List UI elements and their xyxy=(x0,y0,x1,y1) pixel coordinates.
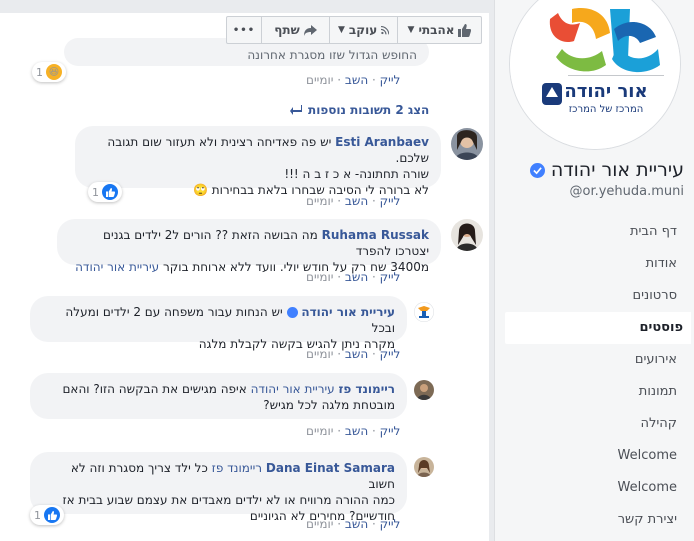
timestamp[interactable]: יומיים xyxy=(306,517,333,531)
thumbs-up-icon xyxy=(458,23,472,37)
comment-bubble: Ruhama Russak מה הבושה הזאת ?? הורים ל2 … xyxy=(57,219,441,274)
like-link[interactable]: לייק xyxy=(380,73,401,87)
like-link[interactable]: לייק xyxy=(380,347,401,361)
chevron-down-icon: ▼ xyxy=(338,25,345,35)
share-icon xyxy=(303,24,317,36)
reaction-badge[interactable]: 1 xyxy=(30,505,64,525)
comment-text: איפה מגישים את הבקשה הזו? והאם xyxy=(62,382,247,396)
nav-item-about[interactable]: אודות xyxy=(505,248,685,280)
timestamp[interactable]: יומיים xyxy=(306,270,333,284)
comment-bubble: Esti Aranbaev יש פה פאדיחה רצינית ולא תע… xyxy=(75,126,441,197)
timestamp[interactable]: יומיים xyxy=(306,73,333,87)
comment-actions: לייק · השב · יומיים xyxy=(306,73,401,87)
comment-actions: לייק · השב · יומיים xyxy=(306,347,401,361)
avatar[interactable] xyxy=(414,457,434,477)
page-action-bar: ••• שתף ▼ עוקב ▼ אהבתי xyxy=(226,16,482,44)
page-name-text: עיריית אור יהודה xyxy=(550,159,684,181)
reaction-count: 1 xyxy=(34,508,41,522)
reaction-count: 1 xyxy=(92,185,99,199)
comment-author[interactable]: Dana Einat Samara xyxy=(266,461,395,475)
avatar[interactable] xyxy=(451,128,483,160)
nav-item-contact[interactable]: יצירת קשר xyxy=(505,504,685,536)
page-handle[interactable]: @or.yehuda.muni xyxy=(569,184,684,199)
share-button[interactable]: שתף xyxy=(261,17,329,43)
reply-link[interactable]: השב xyxy=(345,517,368,531)
comment-text: שורה תחתונה- א כ ז ב ה !!! xyxy=(284,167,429,181)
mention-link[interactable]: ריימונד פז xyxy=(212,461,262,475)
verified-icon xyxy=(286,307,298,318)
like-link[interactable]: לייק xyxy=(380,194,401,208)
chevron-down-icon: ▼ xyxy=(407,25,415,35)
follow-label: עוקב xyxy=(348,23,378,37)
svg-text:אור יהודה: אור יהודה xyxy=(564,81,647,102)
nav-item-home[interactable]: דף הבית xyxy=(505,216,685,248)
like-link[interactable]: לייק xyxy=(380,424,401,438)
reply-link[interactable]: השב xyxy=(345,347,368,361)
comments-panel: ••• שתף ▼ עוקב ▼ אהבתי החופש הגדול שזו מ… xyxy=(0,0,494,541)
nav-item-welcome[interactable]: Welcome xyxy=(505,472,685,504)
reaction-count: 1 xyxy=(36,65,43,79)
comment-author[interactable]: ריימונד פז xyxy=(339,382,395,396)
like-link[interactable]: לייק xyxy=(380,517,401,531)
nav-item-welcome[interactable]: Welcome xyxy=(505,440,685,472)
follow-button[interactable]: ▼ עוקב xyxy=(329,17,397,43)
like-page-button[interactable]: ▼ אהבתי xyxy=(397,17,481,43)
nav-item-posts[interactable]: פוסטים xyxy=(505,312,691,344)
avatar[interactable] xyxy=(451,219,483,251)
mention-link[interactable]: עיריית אור יהודה xyxy=(251,382,335,396)
reaction-badge[interactable]: 1 xyxy=(88,182,122,202)
comment-actions: לייק · השב · יומיים xyxy=(306,517,401,531)
page-title[interactable]: עיריית אור יהודה xyxy=(529,159,684,181)
avatar[interactable] xyxy=(414,302,434,322)
profile-picture[interactable]: אור יהודה המרכז של המרכז xyxy=(509,0,681,150)
top-divider xyxy=(0,0,494,13)
municipality-logo: אור יהודה המרכז של המרכז xyxy=(510,0,680,149)
timestamp[interactable]: יומיים xyxy=(306,347,333,361)
avatar[interactable] xyxy=(414,380,434,400)
nav-item-community[interactable]: קהילה xyxy=(505,408,685,440)
more-icon: ••• xyxy=(232,24,256,36)
like-reaction-icon xyxy=(102,184,118,200)
page-sidebar: אור יהודה המרכז של המרכז עיריית אור יהוד… xyxy=(494,0,694,541)
comment-text: החופש הגדול שזו מסגרת אחרונה xyxy=(247,48,417,62)
like-link[interactable]: לייק xyxy=(380,270,401,284)
more-button[interactable]: ••• xyxy=(227,17,261,43)
nav-item-events[interactable]: אירועים xyxy=(505,344,685,376)
comment-actions: לייק · השב · יומיים xyxy=(306,424,401,438)
reply-link[interactable]: השב xyxy=(345,424,368,438)
comment-author[interactable]: עיריית אור יהודה xyxy=(301,305,395,319)
timestamp[interactable]: יומיים xyxy=(306,194,333,208)
comment-actions: לייק · השב · יומיים xyxy=(306,194,401,208)
comment-bubble: עיריית אור יהודה יש הנחות עבור משפחה עם … xyxy=(30,296,407,351)
verified-badge-icon xyxy=(529,162,545,178)
reply-link[interactable]: השב xyxy=(345,270,368,284)
more-replies-label: הצג 2 תשובות נוספות xyxy=(308,103,430,117)
mention-link[interactable]: עיריית אור יהודה xyxy=(75,260,159,274)
comment-actions: לייק · השב · יומיים xyxy=(306,270,401,284)
share-label: שתף xyxy=(274,23,300,37)
reaction-badge[interactable]: 1 😆 xyxy=(32,62,66,82)
comment-text: כמה ההורה מרוויח או לא ילדים מאבדים את ע… xyxy=(62,493,395,507)
reply-arrow-icon xyxy=(290,105,302,115)
comment-author[interactable]: Esti Aranbaev xyxy=(335,135,429,149)
comment-text: מובטחת מלגה לכל מגיש? xyxy=(263,398,395,412)
nav-item-photos[interactable]: תמונות xyxy=(505,376,685,408)
view-more-replies-link[interactable]: הצג 2 תשובות נוספות xyxy=(290,103,429,117)
rss-icon xyxy=(381,25,389,34)
scrollbar[interactable] xyxy=(489,0,494,541)
reply-link[interactable]: השב xyxy=(345,73,368,87)
like-label: אהבתי xyxy=(418,23,455,37)
timestamp[interactable]: יומיים xyxy=(306,424,333,438)
rolling-eyes-emoji-icon: 🙄 xyxy=(192,183,208,197)
comment-author[interactable]: Ruhama Russak xyxy=(322,228,429,242)
page-nav: דף הבית אודות סרטונים פוסטים אירועים תמו… xyxy=(505,216,691,536)
comment-bubble: Dana Einat Samara ריימונד פז כל ילד צריך… xyxy=(30,452,407,523)
haha-icon: 😆 xyxy=(46,64,62,80)
svg-text:המרכז של המרכז: המרכז של המרכז xyxy=(569,104,644,115)
like-reaction-icon xyxy=(44,507,60,523)
comment-bubble: ריימונד פז עיריית אור יהודה איפה מגישים … xyxy=(30,373,407,419)
reply-link[interactable]: השב xyxy=(345,194,368,208)
nav-item-videos[interactable]: סרטונים xyxy=(505,280,685,312)
